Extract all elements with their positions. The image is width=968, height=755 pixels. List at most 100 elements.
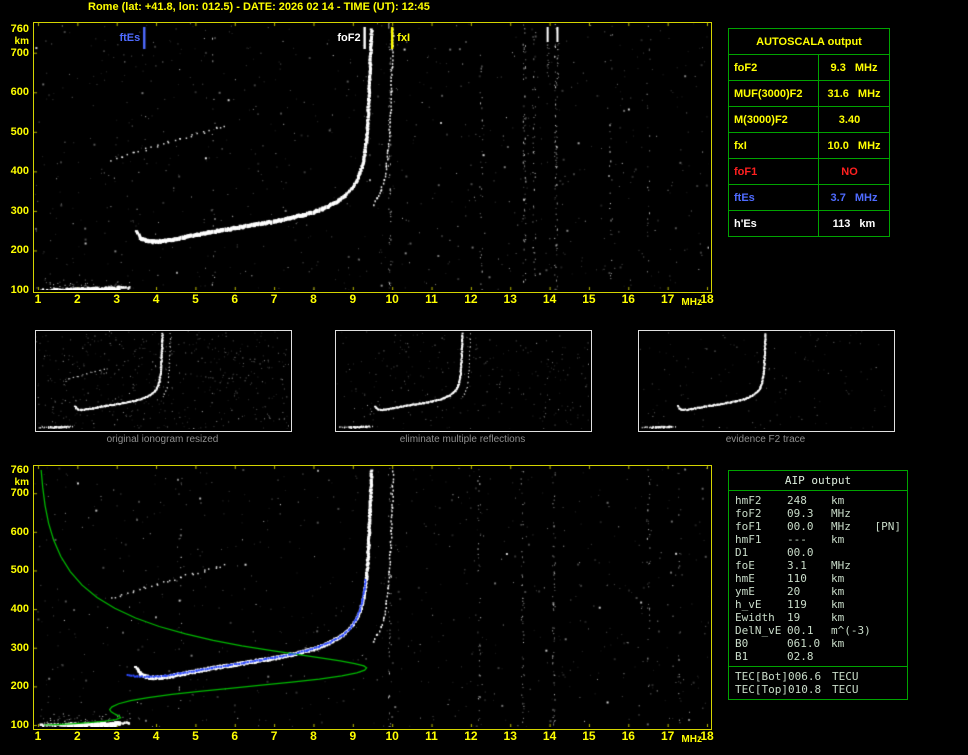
aip-param-note [901, 507, 903, 520]
x-axis-tick-label: 13 [503, 729, 517, 743]
param-value: NO [841, 165, 858, 178]
ionogram-plot [33, 22, 712, 293]
x-axis-unit-label: MHz [681, 734, 702, 745]
table-row: M(3000)F2 3.40 [728, 106, 890, 133]
y-axis-unit-label: km [14, 477, 29, 488]
y-axis-tick-label: 600 [10, 525, 29, 538]
x-axis-tick-label: 1 [34, 292, 42, 306]
aip-param-label: B1 [735, 650, 749, 663]
autoscala-output-table: AUTOSCALA output foF2 9.3 MHz MUF(3000)F2 31.… [728, 28, 890, 237]
param-label-cell: MUF(3000)F2 [728, 80, 819, 107]
aip-param-value: 00.0 [787, 520, 814, 533]
aip-param-value: 010.8 [787, 683, 822, 696]
param-label-cell: ftEs [728, 184, 819, 211]
param-unit: MHz [857, 87, 881, 100]
aip-param-label: Ewidth [735, 611, 775, 624]
param-value-cell: 9.3 MHz [818, 54, 890, 81]
aip-param-note [901, 572, 903, 585]
param-value: 3.40 [838, 113, 861, 126]
y-axis-tick-label: 100 [10, 284, 29, 296]
param-label-cell: h'Es [728, 210, 819, 237]
aip-param-unit: km [831, 572, 845, 585]
param-unit: MHz [854, 61, 878, 74]
param-value: 9.3 [830, 61, 846, 74]
aip-param-note [901, 533, 903, 546]
x-axis-tick-label: 13 [503, 292, 517, 306]
x-axis-tick-label: 8 [310, 729, 317, 743]
y-axis-tick-label: 300 [10, 641, 29, 654]
y-axis-tick-label: 400 [10, 165, 29, 178]
aip-param-value: 02.8 [787, 650, 814, 663]
x-axis-tick-label: 18 [700, 729, 714, 743]
param-label-cell: foF2 [728, 54, 819, 81]
aip-param-value: 061.0 [787, 637, 821, 650]
aip-param-label: ymE [735, 585, 755, 598]
x-axis-tick-label: 15 [582, 292, 596, 306]
aip-param-value: 09.3 [787, 507, 814, 520]
aip-param-unit [831, 546, 901, 559]
autoscala-table-grid: AUTOSCALA output foF2 9.3 MHz MUF(3000)F2 31.… [728, 28, 890, 237]
param-value-cell: 3.40 [818, 106, 890, 133]
param-value: 31.6 [827, 87, 849, 100]
param-value-cell: 113 km [818, 210, 890, 237]
aip-param-label: DelN_vE [735, 624, 782, 637]
x-axis-tick-label: 5 [192, 729, 199, 743]
ionogram-canvas [34, 23, 709, 290]
aip-row: hmF1 --- km [735, 533, 903, 546]
aip-param-label: foE [735, 559, 755, 572]
x-axis-tick-label: 9 [349, 292, 357, 306]
aip-param-label: foF1 [735, 520, 762, 533]
marker-label-foF2: foF2 [337, 32, 361, 44]
marker-label-fxI: fxI [397, 32, 411, 44]
aip-param-unit: MHz [831, 520, 851, 533]
x-axis-tick-label: 7 [270, 292, 278, 306]
aip-param-unit: TECU [831, 683, 859, 696]
aip-param-unit: km [831, 494, 845, 507]
aip-row: hmE 110 km [735, 572, 903, 585]
aip-row: B1 02.8 [735, 650, 903, 663]
x-axis-tick-label: 16 [621, 292, 635, 306]
x-axis-tick-label: 5 [192, 292, 199, 306]
aip-param-label: foF2 [735, 507, 762, 520]
aip-param-label: B0 [735, 637, 749, 650]
aip-tec-row: TEC[Top] 010.8 TECU [735, 683, 903, 696]
y-axis-tick-label: 760 [10, 464, 29, 476]
x-axis-tick-label: 9 [349, 729, 357, 743]
aip-param-note [901, 611, 903, 624]
param-value: 113 [832, 217, 851, 230]
y-axis-unit-label: km [14, 36, 29, 47]
aip-param-note [901, 546, 903, 559]
x-axis-tick-label: 17 [660, 292, 675, 306]
x-axis-tick-label: 14 [542, 292, 557, 306]
thumbnail-3 [638, 330, 895, 432]
x-axis-tick-label: 10 [385, 292, 399, 306]
y-axis-tick-label: 500 [10, 564, 29, 577]
aip-param-note [901, 559, 903, 572]
aip-param-value: 119 [787, 598, 807, 611]
aip-table-title: AIP output [729, 471, 907, 491]
y-axis-tick-label: 400 [10, 603, 29, 616]
aip-row: h_vE 119 km [735, 598, 903, 611]
x-axis-tick-label: 4 [152, 729, 160, 743]
aip-param-label: TEC[Bot] [735, 670, 788, 683]
thumbnail-1 [35, 330, 292, 432]
x-axis-tick-label: 4 [152, 292, 160, 306]
x-axis-tick-label: 6 [231, 729, 239, 743]
aip-param-label: h_vE [735, 598, 762, 611]
aip-tec-row: TEC[Bot] 006.6 TECU [735, 670, 903, 683]
table-row: foF1 NO [728, 158, 890, 185]
thumbnail-2 [335, 330, 592, 432]
aip-param-unit: MHz [831, 559, 851, 572]
x-axis-tick-label: 7 [270, 729, 278, 743]
aip-param-note [901, 624, 903, 637]
table-row: MUF(3000)F2 31.6 MHz [728, 80, 890, 107]
aip-param-label: hmF1 [735, 533, 762, 546]
aip-param-unit: TECU [831, 670, 859, 683]
aip-param-note: [PN] [874, 520, 902, 533]
marker-label-ftEs: ftEs [119, 32, 141, 44]
aip-param-unit: km [831, 533, 845, 546]
aip-row: foF1 00.0 MHz [PN] [735, 520, 903, 533]
aip-row: foE 3.1 MHz [735, 559, 903, 572]
table-row: foF2 9.3 MHz [728, 54, 890, 81]
thumbnail-caption-3: evidence F2 trace [725, 434, 806, 445]
